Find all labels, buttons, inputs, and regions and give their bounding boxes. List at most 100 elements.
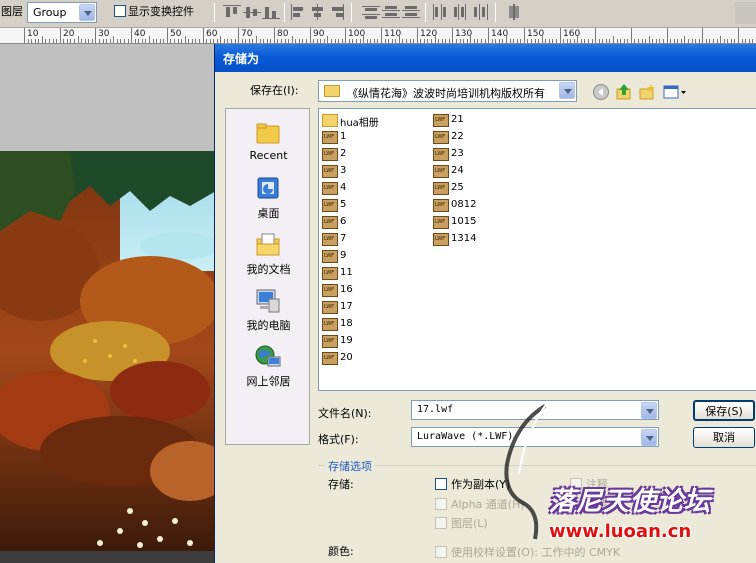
- ruler-tick: [367, 39, 368, 43]
- align-vcenter-icon[interactable]: [243, 4, 261, 20]
- photoshop-window: 图层 Group 显示变换控件 10 20 30 40 50 60 70 80 90 100 110…: [0, 0, 756, 563]
- file-name: 22: [451, 131, 464, 142]
- ruler-tick: [395, 39, 396, 43]
- ruler-tick: [195, 39, 196, 43]
- file-name: 21: [451, 114, 464, 125]
- ruler-tick: [642, 39, 643, 43]
- ruler-tick: [734, 39, 735, 43]
- lwf-file-icon: [322, 352, 338, 365]
- ruler-tick: [192, 39, 193, 43]
- ruler-tick: [60, 28, 61, 43]
- ruler-tick: [324, 39, 325, 43]
- ruler-tick: [492, 39, 493, 43]
- ruler-tick: [545, 39, 546, 43]
- ruler-tick: [285, 39, 286, 43]
- file-name: 23: [451, 148, 464, 159]
- canvas-bottom-edge: [0, 551, 216, 563]
- distribute-vcenter-icon[interactable]: [382, 4, 400, 20]
- ruler-tick: [731, 39, 732, 43]
- ruler-tick: [581, 39, 582, 43]
- ruler-tick: [274, 28, 275, 43]
- show-transform-checkbox[interactable]: [114, 5, 126, 17]
- ruler-tick: [656, 39, 657, 43]
- my-documents-icon: [256, 233, 280, 256]
- ruler-tick: [31, 39, 32, 43]
- ruler-tick: [699, 39, 700, 43]
- folder-icon: [324, 85, 340, 97]
- ruler-tick: [538, 39, 539, 43]
- place-desktop[interactable]: 桌面: [226, 173, 311, 229]
- distribute-right-icon[interactable]: [472, 4, 490, 20]
- chevron-down-icon[interactable]: [559, 82, 575, 99]
- auto-align-icon[interactable]: [505, 4, 523, 20]
- ruler-tick: [245, 39, 246, 43]
- dialog-titlebar[interactable]: 存储为: [215, 44, 756, 72]
- file-list[interactable]: hua相册12345679111617181920212223242508121…: [318, 108, 756, 391]
- folder-icon: [322, 114, 338, 127]
- ruler-tick: [695, 39, 696, 43]
- ruler-tick: [563, 39, 564, 43]
- ruler-tick: [352, 39, 353, 43]
- alpha-channel-checkbox[interactable]: [435, 498, 447, 510]
- ruler-tick: [535, 39, 536, 43]
- ruler-tick: [449, 39, 450, 43]
- ruler-tick: [288, 39, 289, 43]
- ruler-tick: [477, 39, 478, 43]
- up-folder-icon[interactable]: [615, 83, 633, 101]
- layers-checkbox[interactable]: [435, 517, 447, 529]
- toolbar-separator: [284, 3, 285, 22]
- go-to-bridge-button[interactable]: [735, 2, 756, 24]
- ruler-tick: [356, 39, 357, 43]
- place-recent[interactable]: Recent: [226, 117, 311, 173]
- lwf-file-icon: [433, 114, 449, 127]
- save-button[interactable]: 保存(S): [693, 400, 755, 421]
- place-network[interactable]: 网上邻居: [226, 341, 311, 397]
- ruler-tick: [588, 39, 589, 43]
- place-my-computer[interactable]: 我的电脑: [226, 285, 311, 341]
- new-folder-icon[interactable]: [638, 83, 656, 101]
- ruler-tick: [24, 28, 25, 43]
- ruler-tick: [178, 39, 179, 43]
- save-in-dropdown[interactable]: 《纵情花海》波波时尚培训机构版权所有: [318, 80, 577, 102]
- use-proof-checkbox[interactable]: [435, 546, 447, 558]
- align-left-icon[interactable]: [290, 4, 308, 20]
- chevron-down-icon[interactable]: [641, 429, 657, 446]
- lwf-file-icon: [433, 199, 449, 212]
- ruler-tick: [138, 39, 139, 43]
- save-options-title: 存储选项: [325, 458, 375, 474]
- my-computer-icon: [256, 289, 280, 313]
- ruler-tick: [249, 39, 250, 43]
- chevron-down-icon[interactable]: [79, 4, 95, 21]
- ruler-tick: [113, 36, 114, 43]
- ruler-tick: [720, 36, 721, 43]
- ruler-tick: [609, 39, 610, 43]
- ruler-tick: [370, 39, 371, 43]
- file-name: 5: [340, 199, 347, 210]
- as-copy-checkbox[interactable]: [435, 478, 447, 490]
- ruler-tick: [217, 39, 218, 43]
- ruler-tick: [88, 39, 89, 43]
- distribute-left-icon[interactable]: [432, 4, 450, 20]
- ruler-number: 160: [563, 29, 581, 39]
- align-right-icon[interactable]: [328, 4, 346, 20]
- ruler-tick: [213, 39, 214, 43]
- ruler-tick: [417, 28, 418, 43]
- chevron-down-icon[interactable]: [641, 402, 657, 419]
- ruler-number: 60: [206, 29, 218, 39]
- place-label: Recent: [249, 149, 288, 162]
- place-my-documents[interactable]: 我的文档: [226, 229, 311, 285]
- ruler-tick: [327, 36, 328, 43]
- align-top-icon[interactable]: [223, 4, 241, 20]
- align-bottom-icon[interactable]: [262, 4, 280, 20]
- distribute-hcenter-icon[interactable]: [452, 4, 470, 20]
- back-icon[interactable]: [592, 83, 610, 101]
- distribute-top-icon[interactable]: [362, 4, 380, 20]
- align-hcenter-icon[interactable]: [309, 4, 327, 20]
- distribute-bottom-icon[interactable]: [402, 4, 420, 20]
- cancel-button[interactable]: 取消: [693, 427, 755, 448]
- ruler-tick: [302, 39, 303, 43]
- auto-select-dropdown[interactable]: Group: [27, 2, 97, 23]
- ruler-tick: [649, 36, 650, 43]
- view-menu-icon[interactable]: [663, 83, 687, 101]
- lwf-file-icon: [433, 165, 449, 178]
